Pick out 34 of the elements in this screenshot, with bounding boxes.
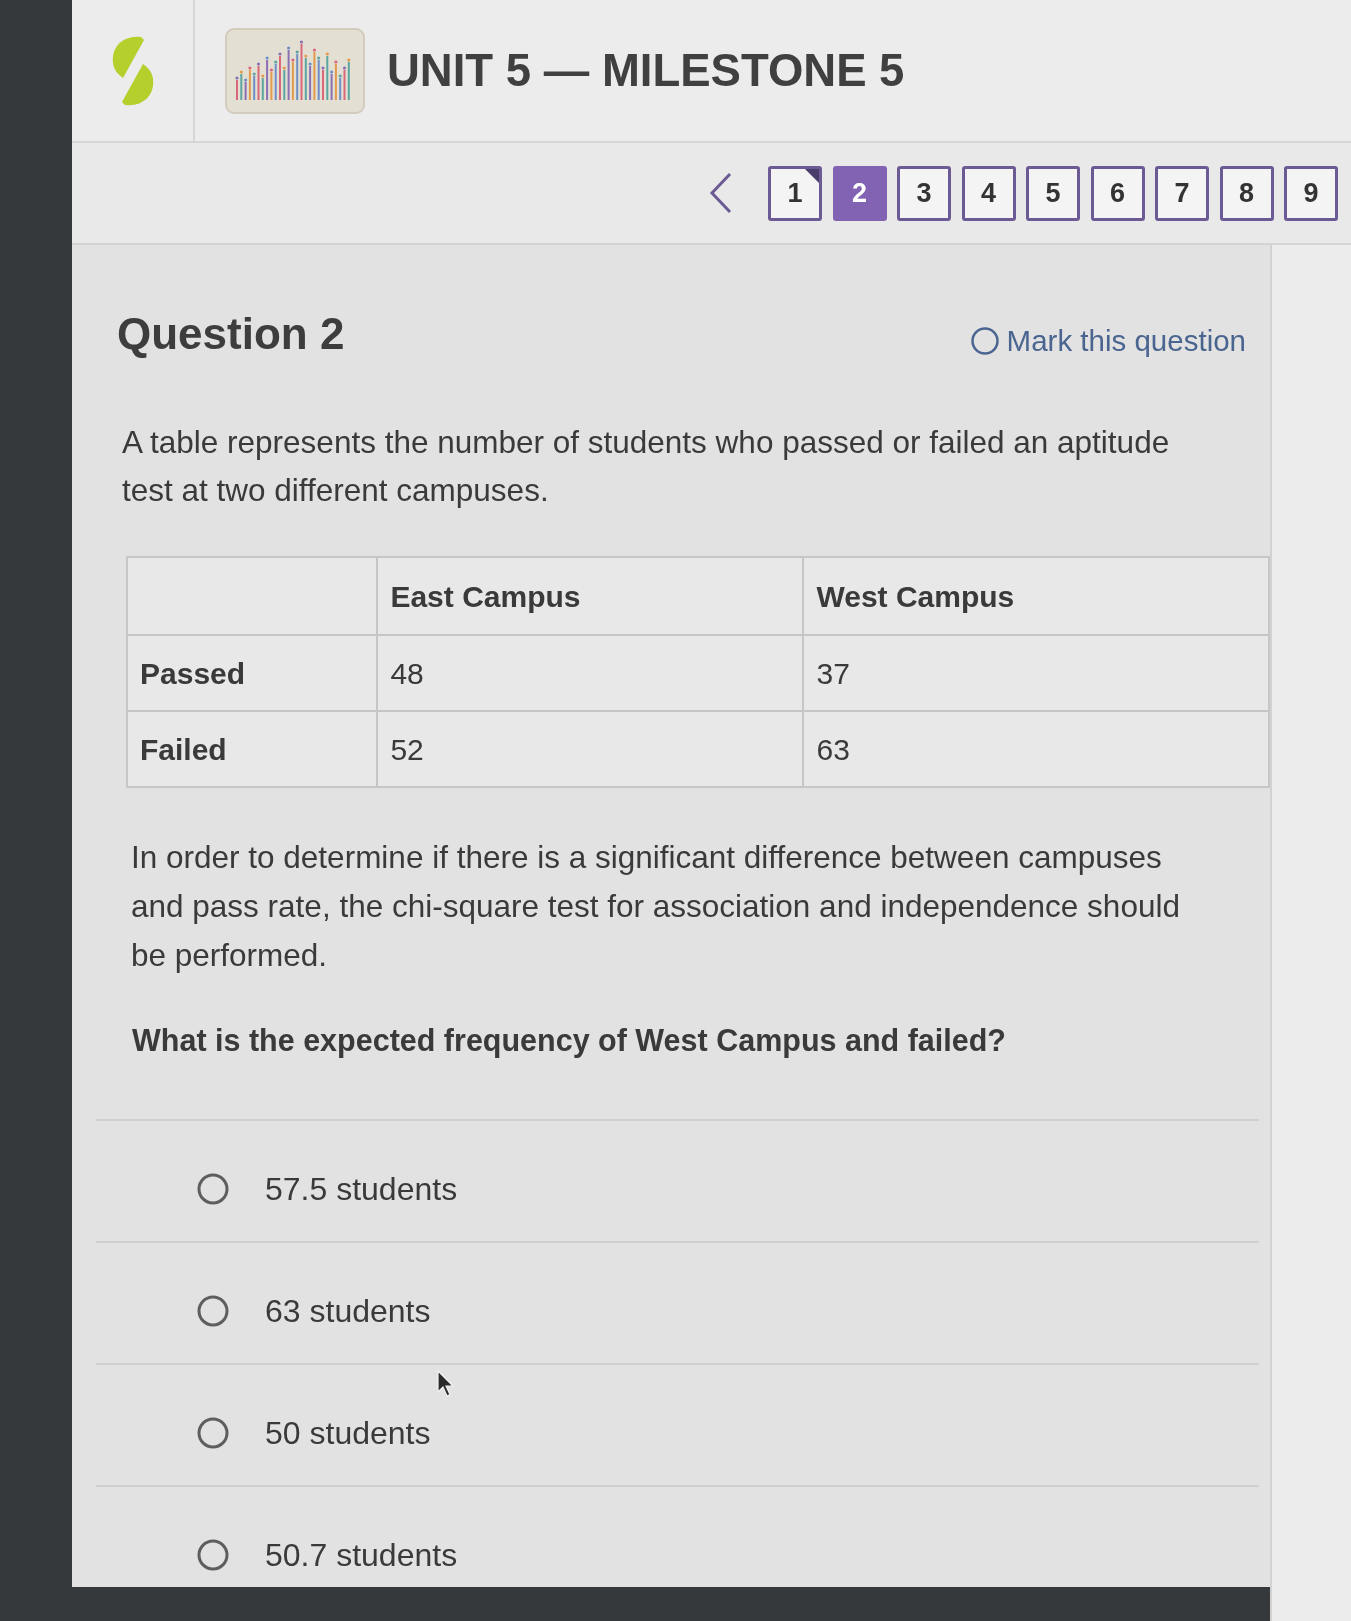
page-button[interactable]: 9: [1284, 165, 1338, 221]
radio-button[interactable]: [197, 1417, 229, 1449]
page-button[interactable]: 6: [1090, 165, 1145, 221]
question-prompt: What is the expected frequency of West Campus and failed?: [132, 1022, 1007, 1060]
option-label[interactable]: 63 students: [265, 1293, 431, 1329]
option-label[interactable]: 50 students: [265, 1415, 431, 1451]
row-header: Failed: [140, 732, 227, 766]
context-paragraph: In order to determine if there is a significant difference between campuses and pass rate, the chi-square test for association and independence should be performed.: [131, 838, 1181, 975]
chevron-left-icon: [708, 172, 734, 214]
table-cell: 37: [816, 656, 850, 690]
table-cell: 52: [390, 732, 424, 766]
page-button[interactable]: 8: [1219, 165, 1274, 221]
table-cell: 48: [390, 656, 424, 690]
page-button[interactable]: 7: [1155, 165, 1209, 221]
question-title: Question 2: [117, 309, 345, 359]
thumbnail-lines-icon: [225, 27, 365, 114]
radio-button[interactable]: [197, 1173, 229, 1205]
intro-paragraph: A table represents the number of students who passed or failed an aptitude test at two different campuses.: [122, 423, 1171, 510]
option-label[interactable]: 50.7 students: [265, 1537, 458, 1573]
page-button[interactable]: 3: [897, 165, 951, 221]
mark-question-button[interactable]: Mark this question: [970, 324, 1246, 358]
page-button[interactable]: 4: [961, 165, 1016, 221]
row-header: Passed: [140, 656, 246, 690]
radio-button[interactable]: [197, 1295, 229, 1327]
page-button[interactable]: 1: [768, 165, 822, 221]
radio-button[interactable]: [197, 1539, 229, 1571]
mouse-cursor-icon: [437, 1370, 455, 1397]
column-header: West Campus: [816, 579, 1015, 613]
page-button[interactable]: 5: [1026, 165, 1080, 221]
page-title: UNIT 5 — MILESTONE 5: [387, 45, 905, 96]
column-header: East Campus: [390, 579, 581, 613]
table-cell: 63: [816, 732, 850, 766]
page-button[interactable]: 2: [832, 165, 887, 221]
option-label[interactable]: 57.5 students: [265, 1171, 458, 1207]
